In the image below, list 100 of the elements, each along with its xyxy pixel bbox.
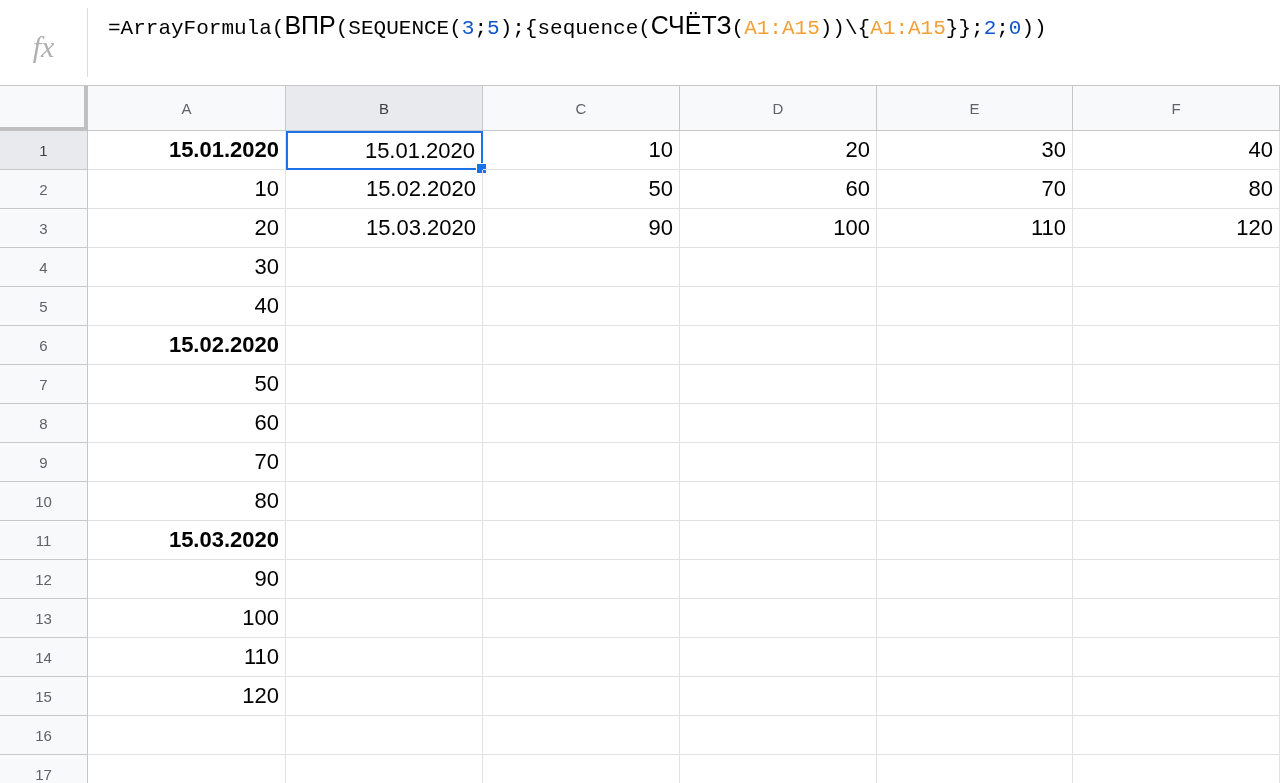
- table-cell[interactable]: 40: [1073, 131, 1280, 170]
- table-cell[interactable]: 15.03.2020: [286, 209, 483, 248]
- empty-cell[interactable]: [877, 404, 1073, 443]
- empty-cell[interactable]: [483, 443, 680, 482]
- empty-cell[interactable]: [1073, 248, 1280, 287]
- empty-cell[interactable]: [483, 599, 680, 638]
- column-header[interactable]: A: [88, 86, 286, 131]
- empty-cell[interactable]: [680, 248, 877, 287]
- table-cell[interactable]: 70: [877, 170, 1073, 209]
- table-cell[interactable]: 15.03.2020: [88, 521, 286, 560]
- row-header[interactable]: 7: [0, 365, 88, 404]
- row-header[interactable]: 1: [0, 131, 88, 170]
- empty-cell[interactable]: [877, 599, 1073, 638]
- table-cell[interactable]: 60: [88, 404, 286, 443]
- table-cell[interactable]: 15.01.2020: [88, 131, 286, 170]
- empty-cell[interactable]: [1073, 404, 1280, 443]
- table-cell[interactable]: 60: [680, 170, 877, 209]
- empty-cell[interactable]: [286, 248, 483, 287]
- empty-cell[interactable]: [1073, 638, 1280, 677]
- table-cell[interactable]: 30: [88, 248, 286, 287]
- empty-cell[interactable]: [877, 443, 1073, 482]
- empty-cell[interactable]: [483, 287, 680, 326]
- empty-cell[interactable]: [877, 716, 1073, 755]
- empty-cell[interactable]: [286, 443, 483, 482]
- row-header[interactable]: 8: [0, 404, 88, 443]
- empty-cell[interactable]: [483, 677, 680, 716]
- empty-cell[interactable]: [877, 287, 1073, 326]
- empty-cell[interactable]: [286, 326, 483, 365]
- column-header[interactable]: F: [1073, 86, 1280, 131]
- empty-cell[interactable]: [286, 716, 483, 755]
- empty-cell[interactable]: [483, 638, 680, 677]
- row-header[interactable]: 12: [0, 560, 88, 599]
- empty-cell[interactable]: [483, 560, 680, 599]
- formula-text[interactable]: =ArrayFormula(ВПР(SEQUENCE(3;5);{sequence(СЧЁТЗ(A1:A15))\{A1:A15}};2;0)): [108, 10, 1047, 40]
- table-cell[interactable]: 70: [88, 443, 286, 482]
- column-header[interactable]: B: [286, 86, 483, 131]
- empty-cell[interactable]: [680, 326, 877, 365]
- empty-cell[interactable]: [680, 365, 877, 404]
- table-cell[interactable]: 120: [88, 677, 286, 716]
- empty-cell[interactable]: [286, 287, 483, 326]
- row-header[interactable]: 6: [0, 326, 88, 365]
- table-cell[interactable]: 20: [680, 131, 877, 170]
- table-cell[interactable]: 15.02.2020: [286, 170, 483, 209]
- table-cell[interactable]: 80: [88, 482, 286, 521]
- table-cell[interactable]: 90: [88, 560, 286, 599]
- column-header[interactable]: E: [877, 86, 1073, 131]
- empty-cell[interactable]: [286, 365, 483, 404]
- empty-cell[interactable]: [680, 677, 877, 716]
- empty-cell[interactable]: [877, 677, 1073, 716]
- row-header[interactable]: 2: [0, 170, 88, 209]
- empty-cell[interactable]: [1073, 560, 1280, 599]
- empty-cell[interactable]: [877, 326, 1073, 365]
- table-cell[interactable]: 100: [88, 599, 286, 638]
- table-cell[interactable]: 110: [88, 638, 286, 677]
- empty-cell[interactable]: [286, 677, 483, 716]
- empty-cell[interactable]: [680, 287, 877, 326]
- empty-cell[interactable]: [1073, 521, 1280, 560]
- empty-cell[interactable]: [680, 521, 877, 560]
- empty-cell[interactable]: [1073, 287, 1280, 326]
- empty-cell[interactable]: [286, 521, 483, 560]
- empty-cell[interactable]: [680, 716, 877, 755]
- row-header[interactable]: 5: [0, 287, 88, 326]
- empty-cell[interactable]: [680, 560, 877, 599]
- table-cell[interactable]: 120: [1073, 209, 1280, 248]
- empty-cell[interactable]: [1073, 326, 1280, 365]
- select-all-corner[interactable]: [0, 86, 88, 131]
- row-header[interactable]: 13: [0, 599, 88, 638]
- table-cell[interactable]: 15.02.2020: [88, 326, 286, 365]
- empty-cell[interactable]: [483, 482, 680, 521]
- empty-cell[interactable]: [680, 482, 877, 521]
- row-header[interactable]: 9: [0, 443, 88, 482]
- empty-cell[interactable]: [286, 638, 483, 677]
- empty-cell[interactable]: [483, 716, 680, 755]
- empty-cell[interactable]: [680, 638, 877, 677]
- empty-cell[interactable]: [1073, 677, 1280, 716]
- empty-cell[interactable]: [483, 248, 680, 287]
- empty-cell[interactable]: [483, 326, 680, 365]
- table-cell[interactable]: 80: [1073, 170, 1280, 209]
- empty-cell[interactable]: [483, 404, 680, 443]
- table-cell[interactable]: 10: [88, 170, 286, 209]
- table-cell[interactable]: 90: [483, 209, 680, 248]
- empty-cell[interactable]: [483, 521, 680, 560]
- empty-cell[interactable]: [877, 482, 1073, 521]
- row-header[interactable]: 10: [0, 482, 88, 521]
- table-cell[interactable]: 30: [877, 131, 1073, 170]
- row-header[interactable]: 4: [0, 248, 88, 287]
- empty-cell[interactable]: [1073, 482, 1280, 521]
- empty-cell[interactable]: [286, 560, 483, 599]
- empty-cell[interactable]: [877, 365, 1073, 404]
- table-cell[interactable]: 110: [877, 209, 1073, 248]
- row-header[interactable]: 14: [0, 638, 88, 677]
- empty-cell[interactable]: [680, 443, 877, 482]
- table-cell[interactable]: 50: [88, 365, 286, 404]
- row-header[interactable]: 3: [0, 209, 88, 248]
- column-header[interactable]: C: [483, 86, 680, 131]
- table-cell[interactable]: 20: [88, 209, 286, 248]
- empty-cell[interactable]: [1073, 443, 1280, 482]
- empty-cell[interactable]: [1073, 716, 1280, 755]
- table-cell[interactable]: 100: [680, 209, 877, 248]
- empty-cell[interactable]: [286, 404, 483, 443]
